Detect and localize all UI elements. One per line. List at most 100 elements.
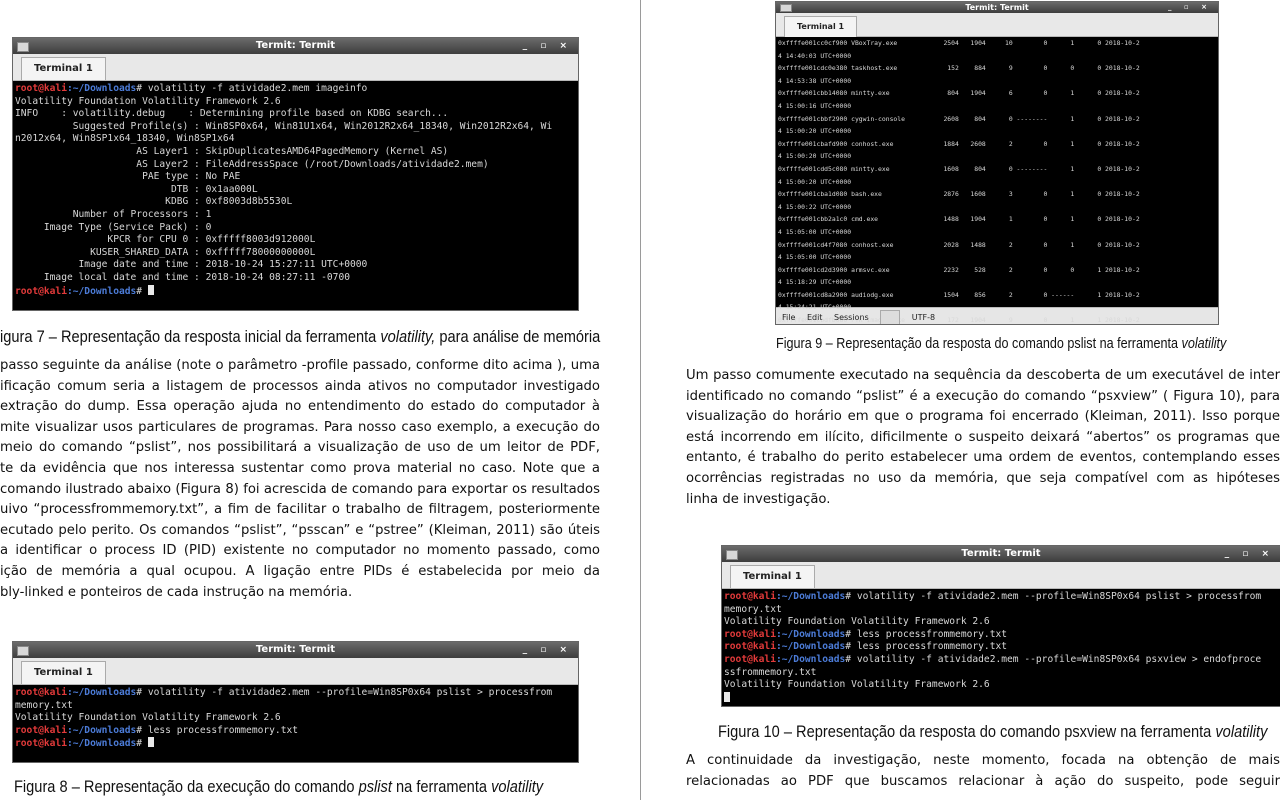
terminal-line: 4 15:00:16 UTC+0000 — [778, 102, 1216, 115]
terminal-line: root@kali:~/Downloads# less processfromm… — [724, 629, 1278, 642]
terminal-line: root@kali:~/Downloads# volatility -f ati… — [15, 687, 576, 700]
terminal-text: Image local date and time : 2018-10-24 0… — [15, 271, 351, 283]
terminal-line: root@kali:~/Downloads# less processfromm… — [15, 725, 576, 738]
terminal-text: 0xffffe001cba1d080 bash.exe 2876 1608 3 … — [778, 190, 1140, 199]
figure7-caption: igura 7 – Representação da resposta inic… — [0, 327, 601, 346]
terminal-text: 4 15:00:22 UTC+0000 — [778, 202, 852, 211]
paragraph-line: bly-linked e ponteiros de cada instrução… — [0, 584, 353, 600]
figure10-terminal-output: root@kali:~/Downloads# volatility -f ati… — [722, 589, 1280, 706]
terminal-text: 4 15:00:20 UTC+0000 — [778, 177, 852, 186]
menu-edit: Edit — [806, 313, 823, 322]
terminal-line: ssfrommemory.txt — [724, 667, 1278, 680]
terminal-line: PAE type : No PAE — [15, 171, 576, 184]
paragraph-line: ocorrências registradas no uso da memóri… — [686, 470, 1280, 486]
terminal-line: DTB : 0x1aa000L — [15, 184, 576, 197]
window-controls-icon: _ ▫ × — [522, 645, 572, 655]
terminal-line: 0xffffe001cba1d080 bash.exe 2876 1608 3 … — [778, 190, 1216, 203]
terminal-text: AS Layer1 : SkipDuplicatesAMD64PagedMemo… — [15, 145, 449, 157]
figure8-tabbar: Terminal 1 — [13, 658, 578, 685]
terminal-text: 4 15:00:20 UTC+0000 — [778, 152, 852, 161]
prompt-user: root@kali — [724, 653, 776, 665]
prompt-path: :~/Downloads — [66, 687, 137, 698]
terminal-text: # less processfrommemory.txt — [136, 724, 299, 736]
menu-sessions: Sessions — [833, 313, 869, 322]
terminal-line: 0xffffe001cdc0e380 taskhost.exe 152 884 … — [778, 64, 1216, 77]
window-controls-icon: _ ▫ × — [1224, 549, 1274, 559]
terminal-text: 4 14:40:03 UTC+0000 — [778, 51, 852, 60]
terminal-text: 0xffffe001cbafd900 conhost.exe 1884 2608… — [778, 139, 1140, 148]
terminal-text: Image Type (Service Pack) : 0 — [15, 221, 212, 233]
terminal-line: root@kali:~/Downloads# — [15, 737, 576, 750]
figure10-caption: Figura 10 – Representação da resposta do… — [718, 722, 1268, 741]
terminal-text: # volatility -f atividade2.mem imageinfo — [136, 83, 368, 94]
figure9-terminal-output: 0xffffe001cc0cf900 VBoxTray.exe 2504 190… — [776, 37, 1218, 324]
terminal-text: 4 15:00:16 UTC+0000 — [778, 101, 852, 110]
terminal-text: DTB : 0x1aa000L — [15, 183, 258, 195]
terminal-text: AS Layer2 : FileAddressSpace (/root/Down… — [15, 158, 489, 170]
prompt-path: :~/Downloads — [775, 641, 846, 653]
left-page: Termit: Termit _ ▫ × Terminal 1 root@kal… — [0, 0, 640, 800]
paragraph-line: ecutado pelo perito. Os comandos “pslist… — [0, 522, 600, 538]
terminal-line: root@kali:~/Downloads# volatility -f ati… — [724, 654, 1278, 667]
terminal-text: # less processfrommemory.txt — [845, 628, 1008, 640]
terminal-text: 4 15:05:00 UTC+0000 — [778, 253, 852, 262]
terminal-line: Number of Processors : 1 — [15, 209, 576, 222]
terminal-line: 4 15:05:00 UTC+0000 — [778, 228, 1216, 241]
figure9-caption: Figura 9 – Representação da resposta do … — [776, 335, 1227, 352]
terminal-line: 4 15:00:20 UTC+0000 — [778, 178, 1216, 191]
terminal-text: # volatility -f atividade2.mem --profile… — [136, 687, 553, 698]
terminal-cursor — [147, 284, 154, 295]
paragraph-line: uivo “processfrommemory.txt”, a fim de f… — [0, 502, 600, 518]
terminal-text: Image date and time : 2018-10-24 15:27:1… — [15, 259, 368, 271]
prompt-user: root@kali — [15, 738, 67, 750]
terminal-text: n2012x64, Win8SP1x64_18340, Win8SP1x64 — [15, 133, 235, 145]
paragraph-line: está incorrendo em ilícito, dificilmente… — [686, 429, 1280, 445]
terminal-text: Number of Processors : 1 — [15, 208, 212, 220]
figure10-tabbar: Terminal 1 — [722, 562, 1280, 589]
terminal-line: 0xffffe001cd2d3900 armsvc.exe 2232 528 2… — [778, 266, 1216, 279]
paragraph-line: a identificar o process ID (PID) existen… — [0, 543, 600, 559]
paragraph-line: Um passo comumente executado na sequênci… — [686, 368, 1280, 383]
terminal-text: KDBG : 0xf8003d8b5530L — [15, 196, 293, 208]
window-menu-icon — [726, 550, 738, 560]
terminal-line: Image date and time : 2018-10-24 15:27:1… — [15, 259, 576, 272]
terminal-line: Volatility Foundation Volatility Framewo… — [724, 616, 1278, 629]
window-menu-icon — [780, 4, 792, 12]
terminal-text: 4 15:05:00 UTC+0000 — [778, 227, 852, 236]
terminal-text: 4 15:00:20 UTC+0000 — [778, 127, 852, 136]
window-title: Termit: Termit — [255, 40, 336, 51]
terminal-text: # volatility -f atividade2.mem --profile… — [845, 653, 1262, 665]
prompt-user: root@kali — [724, 591, 776, 602]
paragraph-line: relacionadas ao PDF que buscamos relacio… — [686, 773, 1280, 789]
figure8-titlebar: Termit: Termit _ ▫ × — [13, 642, 578, 658]
figure9-tabbar: Terminal 1 — [776, 13, 1218, 37]
prompt-path: :~/Downloads — [66, 738, 137, 750]
paragraph-line: visualização do horário em que o program… — [686, 409, 1280, 425]
prompt-path: :~/Downloads — [66, 285, 137, 297]
terminal-line: 0xffffe001cbbf2900 cygwin-console 2608 8… — [778, 115, 1216, 128]
figure8-caption: Figura 8 – Representação da execução do … — [14, 777, 544, 796]
terminal-line: n2012x64, Win8SP1x64_18340, Win8SP1x64 — [15, 133, 576, 146]
terminal-text: 0xffffe001cd2d3900 armsvc.exe 2232 528 2… — [778, 265, 1140, 274]
terminal-line: Volatility Foundation Volatility Framewo… — [15, 712, 576, 725]
terminal-text: 0xffffe001cbb14080 mintty.exe 804 1904 6… — [778, 89, 1140, 98]
terminal-line: 0xffffe001cc0cf900 VBoxTray.exe 2504 190… — [778, 39, 1216, 52]
terminal-line: AS Layer1 : SkipDuplicatesAMD64PagedMemo… — [15, 146, 576, 159]
window-controls-icon: _ ▫ × — [522, 41, 572, 51]
terminal-line: AS Layer2 : FileAddressSpace (/root/Down… — [15, 159, 576, 172]
paragraph-line: comando ilustrado abaixo (Figura 8) foi … — [0, 481, 600, 497]
figure9-terminal-window: Termit: Termit _ ▫ × Terminal 1 0xffffe0… — [776, 2, 1218, 324]
terminal-text: 0xffffe001cd4f7080 conhost.exe 2028 1488… — [778, 240, 1140, 249]
terminal-tab: Terminal 1 — [21, 57, 106, 80]
terminal-cursor — [724, 691, 730, 702]
terminal-line: Volatility Foundation Volatility Framewo… — [724, 679, 1278, 692]
encoding-label: UTF-8 — [911, 313, 936, 322]
terminal-line: 0xffffe001cbb2a1c0 cmd.exe 1488 1904 1 0… — [778, 215, 1216, 228]
terminal-line — [724, 691, 1278, 705]
figure7-tabbar: Terminal 1 — [13, 54, 578, 81]
prompt-user: root@kali — [15, 285, 67, 297]
prompt-path: :~/Downloads — [66, 724, 137, 736]
terminal-line: Volatility Foundation Volatility Framewo… — [15, 96, 576, 109]
terminal-text: memory.txt — [724, 603, 782, 615]
body-paragraph: passo seguinte da análise (note o parâme… — [0, 356, 600, 603]
